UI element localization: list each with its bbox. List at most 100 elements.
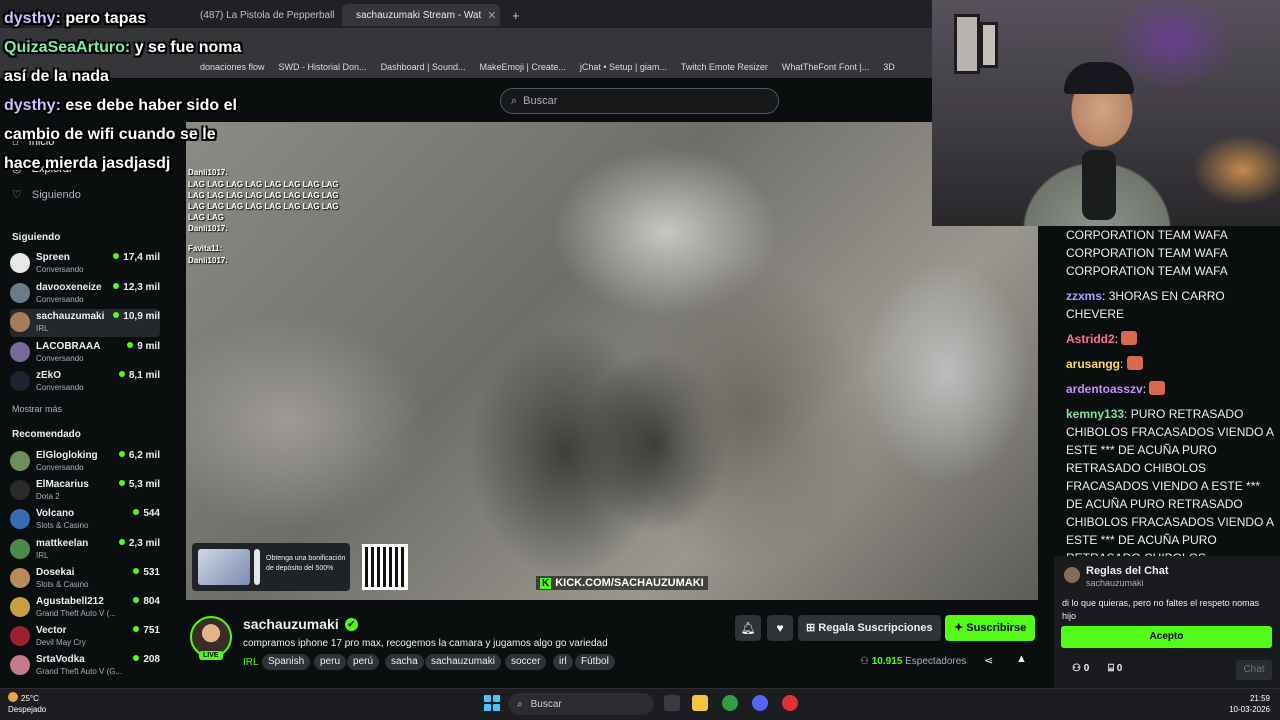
bookmark-item[interactable]: MakeEmoji | Create... — [479, 62, 565, 72]
report-icon[interactable]: ▲ — [1016, 653, 1027, 665]
overlay-message: dysthy: ese debe haber sido el cambio de… — [4, 97, 237, 172]
sidebar-channel[interactable]: ElMacarius Dota 2 5,3 mil — [10, 477, 160, 505]
accept-rules-button[interactable]: Acepto — [1061, 626, 1272, 648]
weather-widget[interactable]: 25°C Despejado — [8, 692, 46, 715]
tab-kick[interactable]: sachauzumaki Stream - Wat ✕ — [342, 4, 500, 26]
rules-title: Reglas del Chat — [1086, 565, 1169, 577]
channel-name: zEkO — [36, 370, 62, 381]
chat-text: PURO RETRASADO CHIBOLOS FRACASADOS VIEND… — [1066, 407, 1274, 565]
sidebar-channel[interactable]: Dosekai Slots & Casino 531 — [10, 565, 160, 593]
channel-name: Vector — [36, 625, 67, 637]
viewer-count: 5,3 mil — [119, 479, 160, 490]
stream-tag[interactable]: sacha — [385, 654, 424, 670]
bell-icon: 🔔︎ — [740, 621, 756, 635]
stream-tag[interactable]: soccer — [505, 654, 547, 670]
channel-category: Conversando — [36, 265, 84, 274]
sidebar-channel[interactable]: sachauzumaki IRL 10,9 mil — [10, 309, 160, 337]
chat-username[interactable]: ardentoasszv — [1066, 382, 1143, 396]
bookmark-item[interactable]: SWD - Historial Don... — [279, 62, 367, 72]
avatar — [10, 312, 30, 332]
sidebar-channel[interactable]: Spreen Conversando 17,4 mil — [10, 250, 160, 278]
stream-tag[interactable]: Fútbol — [575, 654, 615, 670]
sidebar-channel[interactable]: zEkO Conversando 8,1 mil — [10, 368, 160, 396]
channel-name: ElGlogloking — [36, 450, 98, 461]
stream-tag[interactable]: Spanish — [262, 654, 311, 670]
sidebar-channel[interactable]: mattkeelan IRL 2,3 mil — [10, 536, 160, 564]
channel-name: mattkeelan — [36, 537, 89, 549]
share-icon[interactable]: ⋖ — [984, 654, 993, 667]
sidebar-channel[interactable]: Agustabell212 Grand Theft Auto V (... 804 — [10, 594, 160, 622]
chat-username[interactable]: zzxms — [1066, 289, 1102, 303]
close-icon[interactable]: ✕ — [487, 9, 496, 22]
task-view-icon[interactable] — [664, 695, 680, 711]
viewer-count: 6,2 mil — [119, 450, 160, 461]
viewer-count: 208 — [133, 654, 160, 665]
bookmark-item[interactable]: 3D — [883, 62, 895, 72]
gift-subs-button[interactable]: ⊞ Regala Suscripciones — [798, 615, 941, 641]
overlay-message: dysthy: pero tapas — [4, 10, 147, 27]
chat-username[interactable]: kemny133 — [1066, 407, 1124, 421]
stream-tag[interactable]: sachauzumaki — [425, 654, 501, 670]
channel-name-text: sachauzumaki — [243, 616, 339, 632]
search-input[interactable]: ⌕ Buscar — [500, 88, 779, 114]
bookmark-item[interactable]: Dashboard | Sound... — [381, 62, 466, 72]
video-player[interactable]: Danii1017: LAG LAG LAG LAG LAG LAG LAG L… — [186, 122, 1038, 600]
chrome-icon[interactable] — [722, 695, 738, 711]
stream-tag[interactable]: irl — [553, 654, 573, 670]
taskbar-search[interactable]: ⌕ Buscar — [508, 693, 654, 715]
chat-username[interactable]: arusangg — [1066, 357, 1120, 371]
avatar — [10, 451, 30, 471]
search-placeholder: Buscar — [523, 95, 558, 107]
stream-chat-overlay: dysthy: pero tapas QuizaSeaArturo: y se … — [4, 4, 244, 178]
heart-icon: ♡ — [12, 189, 22, 201]
channel-name[interactable]: sachauzumaki ✔ — [243, 616, 358, 632]
chat-text: CORPORATION TEAM WAFA CORPORATION TEAM W… — [1066, 228, 1228, 278]
channel-category: Dota 2 — [36, 492, 60, 502]
sidebar-channel[interactable]: Vector Devil May Cry 751 — [10, 623, 160, 651]
viewer-count: 9 mil — [127, 341, 160, 352]
video-chat-line: Favita11: — [188, 244, 223, 253]
chat-message: CORPORATION TEAM WAFA CORPORATION TEAM W… — [1066, 226, 1280, 280]
bookmark-item[interactable]: jChat • Setup | giam... — [580, 62, 667, 72]
new-tab-button[interactable]: + — [504, 4, 522, 26]
nav-label: Siguiendo — [31, 188, 81, 201]
weather-text: Despejado — [8, 705, 47, 714]
search-icon: ⌕ — [517, 698, 523, 710]
emote-icon — [1126, 356, 1143, 370]
stream-tag[interactable]: perú — [347, 654, 380, 670]
webcam-overlay — [932, 0, 1280, 226]
sidebar-channel[interactable]: Volcano Slots & Casino 544 — [10, 506, 160, 534]
sidebar-channel[interactable]: davooxeneize Conversando 12,3 mil — [10, 280, 160, 308]
file-explorer-icon[interactable] — [692, 695, 708, 711]
follow-button[interactable]: ♥ — [767, 615, 793, 641]
avatar — [10, 655, 30, 676]
chat-username[interactable]: Astridd2 — [1066, 332, 1115, 346]
overlay-message: QuizaSeaArturo: y se fue noma así de la … — [4, 39, 242, 85]
sidebar-channel[interactable]: ElGlogloking Conversando 6,2 mil — [10, 448, 160, 476]
stream-tag[interactable]: peru — [314, 654, 347, 670]
system-clock[interactable]: 21:59 10-03-2026 — [1222, 693, 1270, 715]
avatar — [10, 341, 30, 362]
app-icon[interactable] — [782, 695, 798, 711]
bookmark-item[interactable]: WhatTheFont Font |... — [782, 62, 869, 72]
chat-send-button[interactable]: Chat — [1236, 660, 1272, 680]
bookmark-item[interactable]: Twitch Emote Resizer — [681, 62, 768, 72]
chat-message: arusangg: — [1066, 355, 1280, 373]
sidebar-item-siguiendo[interactable]: ♡ Siguiendo — [12, 188, 81, 202]
sidebar-channel[interactable]: LACOBRAAA Conversando 9 mil — [10, 339, 160, 367]
viewers-label: Espectadores — [905, 656, 967, 667]
sidebar-channel[interactable]: SrtaVodka Grand Theft Auto V (G... 208 — [10, 652, 160, 680]
video-chat-line: LAG LAG LAG LAG LAG LAG LAG LAG — [188, 191, 339, 200]
star-icon: ✦ — [954, 622, 967, 634]
windows-start-icon[interactable] — [484, 695, 500, 711]
avatar — [10, 282, 30, 303]
chat-users-count: ⚇ 0 — [1072, 663, 1090, 674]
channel-category: Grand Theft Auto V (... — [36, 609, 116, 618]
show-more-link[interactable]: Mostrar más — [12, 404, 62, 414]
channel-name: Volcano — [36, 508, 75, 520]
notification-bell-button[interactable]: 🔔︎ — [735, 615, 761, 641]
avatar — [10, 567, 30, 588]
subscribe-button[interactable]: ✦ Suscribirse — [945, 615, 1036, 641]
category-link[interactable]: IRL — [243, 657, 259, 668]
discord-icon[interactable] — [752, 695, 768, 711]
